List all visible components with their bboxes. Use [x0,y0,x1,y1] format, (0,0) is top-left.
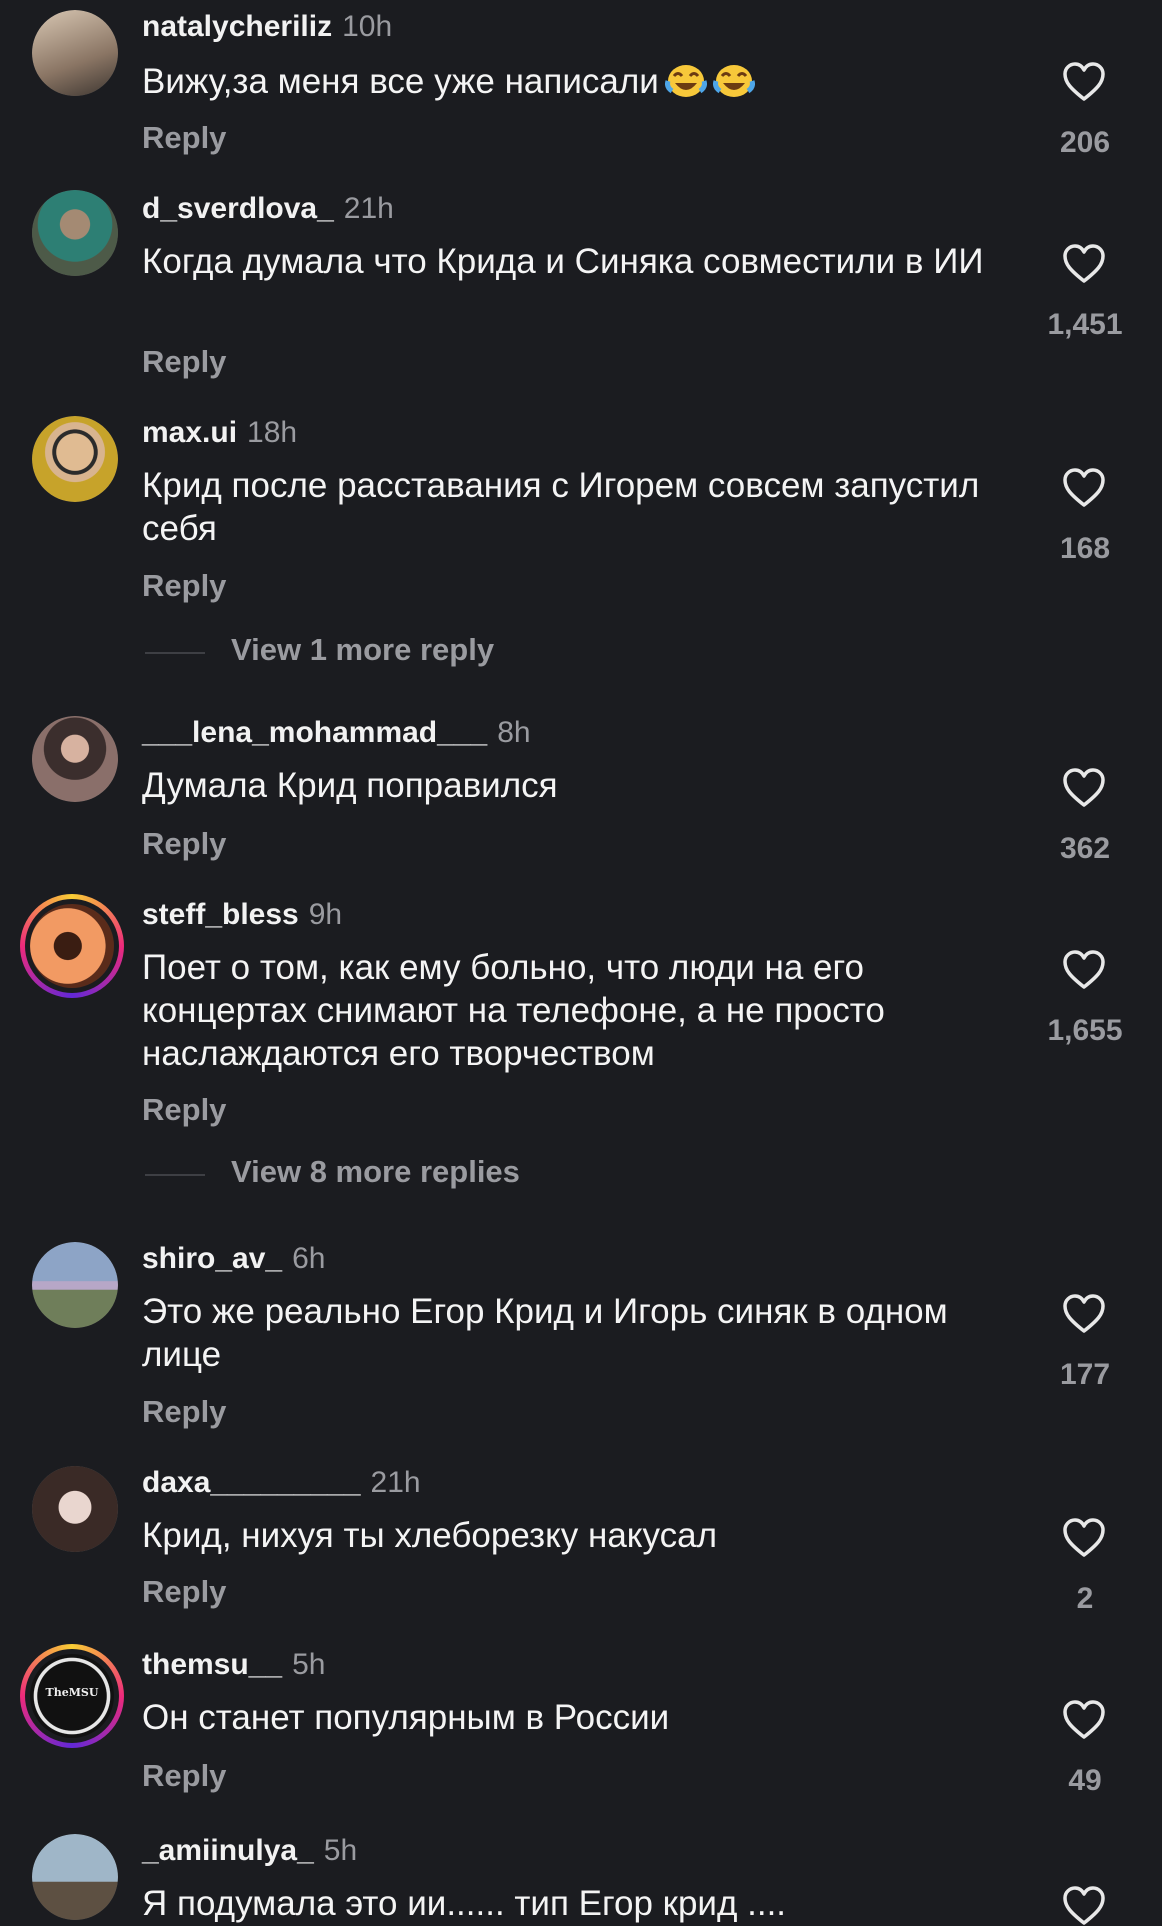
like-count: 206 [1059,126,1111,159]
avatar-logo-label: TheMSU [45,1686,99,1699]
comment-meta: shiro_av_ 6h [142,1242,325,1276]
reply-button[interactable]: Reply [142,568,226,604]
comment-meta: d_sverdlova_ 21h [142,192,394,226]
comment-text: Он станет популярным в России [142,1698,670,1737]
avatar-story-ring[interactable]: TheMSU [20,1644,124,1748]
divider [145,652,205,654]
like-count: 2 [1076,1582,1094,1615]
comment-time: 18h [247,416,298,449]
comment-text: Крид после расставания с Игорем совсем з… [142,466,980,548]
like-heart-icon[interactable] [1062,1294,1106,1334]
comment-time: 6h [292,1242,326,1275]
comments-list: natalycheriliz 10h Вижу,за меня все уже н… [0,0,1162,1925]
like-heart-icon[interactable] [1062,768,1106,808]
comment-meta: themsu__ 5h [142,1648,325,1682]
like-heart-icon[interactable] [1062,950,1106,990]
comment-meta: ___lena_mohammad___ 8h [142,716,531,750]
like-count: 1,451 [1047,308,1123,341]
reply-button[interactable]: Reply [142,1574,226,1610]
comment-username[interactable]: max.ui [142,416,237,449]
joy-emoji-icon [664,61,707,99]
reply-button[interactable]: Reply [142,1394,226,1430]
like-count: 49 [1068,1764,1102,1797]
comment-meta: steff_bless 9h [142,898,342,932]
like-count: 168 [1059,532,1111,565]
reply-button[interactable]: Reply [142,344,226,380]
comment-time: 21h [343,192,394,225]
avatar[interactable] [32,190,118,276]
like-heart-icon[interactable] [1062,1518,1106,1558]
reply-button[interactable]: Reply [142,826,226,862]
comment-username[interactable]: d_sverdlova_ [142,192,334,225]
joy-emoji-icon [712,61,755,99]
like-count: 1,655 [1047,1014,1123,1047]
comment-meta: natalycheriliz 10h [142,10,392,44]
comment-username[interactable]: _amiinulya_ [142,1834,314,1867]
comment-time: 21h [370,1466,421,1499]
avatar[interactable] [32,716,118,802]
view-more-replies-label: View 1 more reply [231,632,495,667]
reply-button[interactable]: Reply [142,1092,226,1128]
avatar[interactable] [32,1242,118,1328]
divider [145,1174,205,1176]
like-heart-icon[interactable] [1062,468,1106,508]
avatar[interactable] [32,1834,118,1920]
comment-username[interactable]: themsu__ [142,1648,282,1681]
comment-time: 8h [497,716,531,749]
like-count: 177 [1059,1358,1111,1391]
comment-text: Думала Крид поправился [142,766,558,805]
comment-meta: max.ui 18h [142,416,297,450]
comment-time: 5h [292,1648,326,1681]
reply-button[interactable]: Reply [142,120,226,156]
avatar[interactable] [32,10,118,96]
comment-text: Крид, нихуя ты хлеборезку накусал [142,1516,717,1555]
like-heart-icon[interactable] [1062,62,1106,102]
comment-text: Я подумала это ии...... тип Егор крид ..… [142,1884,787,1923]
comment-time: 10h [342,10,393,43]
comment-text: Когда думала что Крида и Синяка совмести… [142,242,984,281]
like-heart-icon[interactable] [1062,1700,1106,1740]
comment-meta: _amiinulya_ 5h [142,1834,357,1868]
comment-text: Поет о том, как ему больно, что люди на … [142,948,885,1073]
view-more-replies-label: View 8 more replies [231,1154,520,1189]
comment-text: Это же реально Егор Крид и Игорь синяк в… [142,1292,948,1374]
comment-text: Вижу,за меня все уже написали [142,60,1012,103]
like-count: 362 [1059,832,1111,865]
comment-meta: daxa_________ 21h [142,1466,421,1500]
comment-username[interactable]: natalycheriliz [142,10,332,43]
like-heart-icon[interactable] [1062,244,1106,284]
like-heart-icon[interactable] [1062,1886,1106,1926]
comment-username[interactable]: daxa_________ [142,1466,361,1499]
avatar[interactable] [32,1466,118,1552]
avatar-story-ring[interactable] [20,894,124,998]
comment-username[interactable]: steff_bless [142,898,299,931]
avatar[interactable] [32,416,118,502]
comment-username[interactable]: ___lena_mohammad___ [142,716,487,749]
reply-button[interactable]: Reply [142,1758,226,1794]
comment-time: 5h [323,1834,358,1867]
comment-username[interactable]: shiro_av_ [142,1242,282,1275]
comment-time: 9h [308,898,343,931]
